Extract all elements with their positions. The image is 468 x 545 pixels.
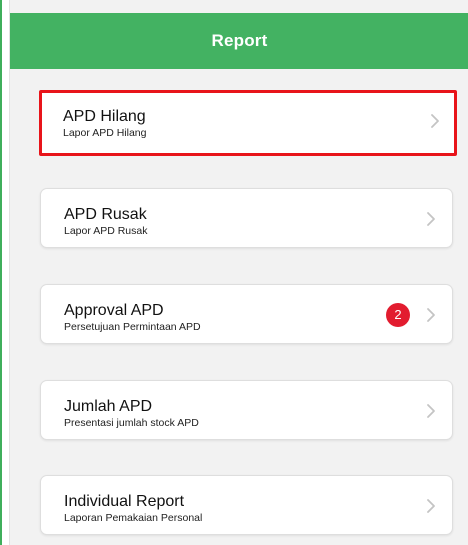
menu-item-title: Approval APD [64, 302, 164, 319]
menu-item-title: APD Hilang [63, 108, 146, 125]
menu-item-approval-apd[interactable]: Approval APD Persetujuan Permintaan APD … [40, 284, 453, 344]
menu-item-individual-report[interactable]: Individual Report Laporan Pemakaian Pers… [40, 475, 453, 535]
chevron-right-icon [431, 114, 439, 128]
menu-item-subtitle: Lapor APD Hilang [63, 127, 147, 139]
chevron-right-icon [427, 308, 435, 322]
page-title: Report [211, 31, 268, 50]
menu-item-subtitle: Lapor APD Rusak [64, 225, 148, 237]
menu-item-jumlah-apd[interactable]: Jumlah APD Presentasi jumlah stock APD [40, 380, 453, 440]
menu-item-subtitle: Laporan Pemakaian Personal [64, 512, 203, 524]
chevron-right-icon [427, 499, 435, 513]
menu-item-title: Individual Report [64, 493, 185, 510]
menu-item-apd-hilang[interactable]: APD Hilang Lapor APD Hilang [39, 90, 457, 156]
menu-item-apd-rusak[interactable]: APD Rusak Lapor APD Rusak [40, 188, 453, 248]
left-edge-line [0, 0, 2, 545]
chevron-right-icon [427, 404, 435, 418]
menu-item-title: Jumlah APD [64, 398, 153, 415]
menu-item-title: APD Rusak [64, 206, 147, 223]
report-screen: Report APD Hilang Lapor APD Hilang APD R… [9, 0, 468, 545]
chevron-right-icon [427, 212, 435, 226]
notification-badge: 2 [386, 303, 410, 327]
app-header: Report [10, 13, 468, 69]
menu-item-subtitle: Presentasi jumlah stock APD [64, 417, 199, 429]
menu-item-subtitle: Persetujuan Permintaan APD [64, 321, 201, 333]
